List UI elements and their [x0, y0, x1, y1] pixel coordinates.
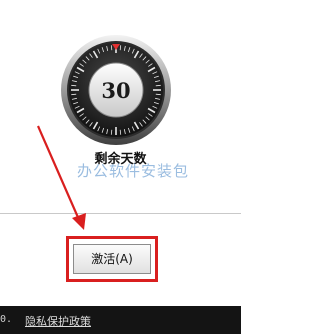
- annotation-arrow-icon: [36, 125, 86, 230]
- privacy-policy-link[interactable]: 隐私保护政策: [25, 313, 91, 329]
- footer-prefix: 0.: [0, 314, 13, 325]
- footer-bar: 0. 隐私保护政策: [0, 306, 241, 334]
